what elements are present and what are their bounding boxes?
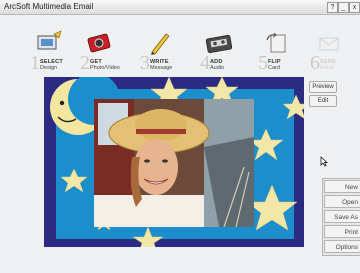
open-button[interactable]: Open [324,195,360,208]
step-sublabel: Photo/Video [90,65,120,71]
step-sublabel: Card [268,65,280,71]
options-button[interactable]: Options [324,240,360,253]
action-panel: New Open Save As Print Options [322,178,360,256]
step-number: 5 [258,52,268,74]
step-toolbar: 1 SELECT Design 2 GET Photo/Video 3 WRIT… [0,16,360,73]
step-number: 3 [140,52,150,74]
save-as-button[interactable]: Save As [324,210,360,223]
step-sublabel: Email [320,65,334,71]
step-sublabel: Design [40,65,58,71]
step-number: 2 [80,52,90,74]
send-email-button[interactable]: 6 SEND Email [310,30,360,74]
minimize-button[interactable]: _ [338,2,349,13]
mouse-cursor-icon [320,156,328,167]
window-title: ArcSoft Multimedia Email [4,2,94,11]
help-button[interactable]: ? [327,2,338,13]
step-number: 6 [310,52,320,74]
step-sublabel: Audio [210,65,225,71]
flip-card-button[interactable]: 5 FLIP Card [258,30,308,74]
close-button[interactable]: x [349,2,360,13]
edit-button[interactable]: Edit [309,95,337,107]
title-bar: ArcSoft Multimedia Email ? _ x [0,0,360,15]
card-preview[interactable] [44,77,304,247]
write-message-button[interactable]: 3 WRITE Message [140,30,190,74]
step-sublabel: Message [150,65,173,71]
new-button[interactable]: New [324,180,360,193]
photo-image [94,99,254,228]
print-button[interactable]: Print [324,225,360,238]
add-audio-button[interactable]: 4 ADD Audio [200,30,250,74]
step-number: 4 [200,52,210,74]
card-design [44,77,304,247]
get-photo-video-button[interactable]: 2 GET Photo/Video [80,30,130,74]
preview-button[interactable]: Preview [309,81,337,93]
step-number: 1 [30,52,40,74]
select-design-button[interactable]: 1 SELECT Design [30,30,80,74]
